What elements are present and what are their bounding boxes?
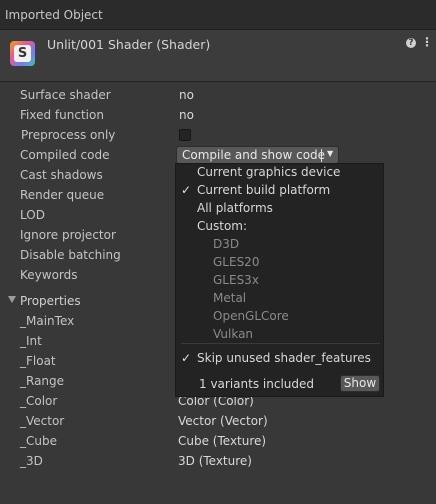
platform-openglcore[interactable]: OpenGLCore [213, 309, 289, 323]
property-name: _Cube [20, 434, 57, 448]
platform-metal[interactable]: Metal [213, 291, 246, 305]
row-surface-shader: Surface shader no [0, 85, 436, 105]
checkmark-icon: ✓ [181, 183, 192, 197]
inspector-titlebar: Imported Object [0, 0, 436, 30]
variants-count-text: 1 variants included [199, 377, 314, 391]
settings-menu-icon[interactable]: ⋮ [421, 35, 433, 49]
button-divider [321, 149, 322, 162]
surface-shader-label: Surface shader [20, 88, 111, 102]
property-name: _Color [20, 394, 58, 408]
foldout-arrow-icon[interactable] [8, 296, 16, 303]
property-row: _3D 3D (Texture) [0, 451, 436, 471]
menu-item-skip-unused[interactable]: Skip unused shader_features [197, 351, 371, 365]
disable-batching-label: Disable batching [20, 248, 121, 262]
fixed-function-label: Fixed function [20, 108, 104, 122]
property-type: Cube (Texture) [178, 434, 267, 448]
menu-item-current-graphics-device[interactable]: Current graphics device [197, 165, 340, 179]
platform-gles3x[interactable]: GLES3x [213, 273, 259, 287]
compile-show-code-button[interactable]: Compile and show code ▼ [176, 146, 339, 164]
help-icon[interactable]: ? [406, 38, 416, 48]
menu-item-all-platforms[interactable]: All platforms [197, 201, 273, 215]
dropdown-arrow-icon[interactable]: ▼ [327, 149, 333, 158]
platform-gles20[interactable]: GLES20 [213, 255, 259, 269]
fixed-function-value: no [179, 108, 194, 122]
property-name: _Vector [20, 414, 65, 428]
preprocess-only-checkbox[interactable] [179, 129, 191, 141]
property-row: _Vector Vector (Vector) [0, 411, 436, 431]
object-header: S Unlit/001 Shader (Shader) ? ⋮ [0, 30, 436, 82]
property-type: Vector (Vector) [178, 414, 268, 428]
cast-shadows-label: Cast shadows [20, 168, 103, 182]
property-name: _Int [20, 334, 42, 348]
lod-label: LOD [20, 208, 45, 222]
property-row: _Cube Cube (Texture) [0, 431, 436, 451]
platform-vulkan[interactable]: Vulkan [213, 327, 253, 341]
shader-icon: S [10, 41, 35, 66]
menu-item-custom[interactable]: Custom: [197, 219, 247, 233]
compiled-code-label: Compiled code [20, 148, 110, 162]
row-preprocess-only: Preprocess only [0, 125, 436, 145]
checkmark-icon: ✓ [181, 351, 192, 365]
show-variants-button[interactable]: Show [340, 375, 380, 392]
menu-separator [181, 343, 380, 344]
menu-item-current-build-platform[interactable]: Current build platform [197, 183, 330, 197]
compile-button-label: Compile and show code [182, 148, 326, 162]
property-name: _MainTex [20, 314, 75, 328]
property-type: 3D (Texture) [178, 454, 252, 468]
object-title: Unlit/001 Shader (Shader) [47, 37, 211, 52]
shader-icon-letter: S [14, 45, 31, 62]
row-fixed-function: Fixed function no [0, 105, 436, 125]
preprocess-only-label: Preprocess only [21, 128, 116, 142]
properties-label: Properties [20, 294, 81, 308]
platform-d3d[interactable]: D3D [213, 237, 239, 251]
ignore-projector-label: Ignore projector [20, 228, 116, 242]
property-name: _Range [20, 374, 65, 388]
keywords-label: Keywords [20, 268, 78, 282]
window-title: Imported Object [5, 8, 103, 22]
property-name: _3D [20, 454, 43, 468]
surface-shader-value: no [179, 88, 194, 102]
property-name: _Float [20, 354, 56, 368]
render-queue-label: Render queue [20, 188, 105, 202]
compile-options-dropdown: Current graphics device ✓ Current build … [175, 163, 384, 397]
